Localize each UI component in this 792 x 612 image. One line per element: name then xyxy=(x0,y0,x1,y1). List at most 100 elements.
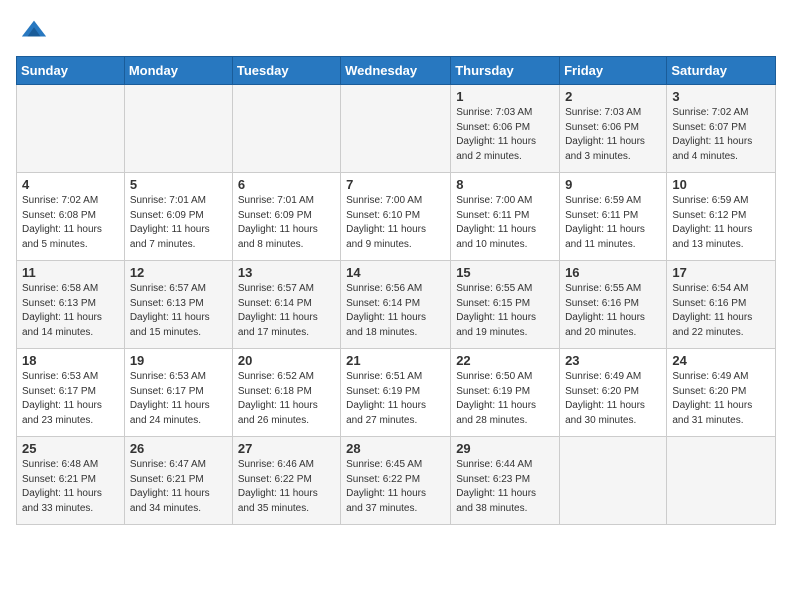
calendar-week-row: 11 Sunrise: 6:58 AM Sunset: 6:13 PM Dayli… xyxy=(17,261,776,349)
day-info: Sunrise: 7:02 AM Sunset: 6:07 PM Dayligh… xyxy=(672,106,770,164)
day-info: Sunrise: 6:59 AM Sunset: 6:12 PM Dayligh… xyxy=(672,194,770,252)
day-info: Sunrise: 6:49 AM Sunset: 6:20 PM Dayligh… xyxy=(672,370,770,428)
calendar-cell: 12 Sunrise: 6:57 AM Sunset: 6:13 PM Dayli… xyxy=(124,261,232,349)
day-number: 19 xyxy=(130,353,227,368)
day-number: 1 xyxy=(456,89,554,104)
calendar-week-row: 25 Sunrise: 6:48 AM Sunset: 6:21 PM Dayli… xyxy=(17,437,776,525)
col-header-sunday: Sunday xyxy=(17,57,125,85)
day-number: 16 xyxy=(565,265,661,280)
day-info: Sunrise: 7:01 AM Sunset: 6:09 PM Dayligh… xyxy=(238,194,335,252)
day-number: 11 xyxy=(22,265,119,280)
calendar-cell: 25 Sunrise: 6:48 AM Sunset: 6:21 PM Dayli… xyxy=(17,437,125,525)
day-number: 23 xyxy=(565,353,661,368)
col-header-tuesday: Tuesday xyxy=(232,57,340,85)
day-info: Sunrise: 6:53 AM Sunset: 6:17 PM Dayligh… xyxy=(22,370,119,428)
day-number: 22 xyxy=(456,353,554,368)
day-number: 18 xyxy=(22,353,119,368)
calendar-cell xyxy=(232,85,340,173)
day-info: Sunrise: 6:46 AM Sunset: 6:22 PM Dayligh… xyxy=(238,458,335,516)
calendar-cell: 27 Sunrise: 6:46 AM Sunset: 6:22 PM Dayli… xyxy=(232,437,340,525)
calendar-week-row: 1 Sunrise: 7:03 AM Sunset: 6:06 PM Daylig… xyxy=(17,85,776,173)
col-header-monday: Monday xyxy=(124,57,232,85)
day-number: 7 xyxy=(346,177,445,192)
calendar-cell: 29 Sunrise: 6:44 AM Sunset: 6:23 PM Dayli… xyxy=(451,437,560,525)
calendar-cell: 19 Sunrise: 6:53 AM Sunset: 6:17 PM Dayli… xyxy=(124,349,232,437)
day-number: 13 xyxy=(238,265,335,280)
calendar-table: SundayMondayTuesdayWednesdayThursdayFrid… xyxy=(16,56,776,525)
calendar-cell: 22 Sunrise: 6:50 AM Sunset: 6:19 PM Dayli… xyxy=(451,349,560,437)
calendar-cell xyxy=(17,85,125,173)
day-info: Sunrise: 6:57 AM Sunset: 6:14 PM Dayligh… xyxy=(238,282,335,340)
calendar-cell: 21 Sunrise: 6:51 AM Sunset: 6:19 PM Dayli… xyxy=(341,349,451,437)
day-number: 10 xyxy=(672,177,770,192)
calendar-cell: 26 Sunrise: 6:47 AM Sunset: 6:21 PM Dayli… xyxy=(124,437,232,525)
calendar-cell: 3 Sunrise: 7:02 AM Sunset: 6:07 PM Daylig… xyxy=(667,85,776,173)
calendar-cell: 2 Sunrise: 7:03 AM Sunset: 6:06 PM Daylig… xyxy=(560,85,667,173)
day-info: Sunrise: 7:00 AM Sunset: 6:11 PM Dayligh… xyxy=(456,194,554,252)
day-info: Sunrise: 6:53 AM Sunset: 6:17 PM Dayligh… xyxy=(130,370,227,428)
calendar-cell: 6 Sunrise: 7:01 AM Sunset: 6:09 PM Daylig… xyxy=(232,173,340,261)
calendar-cell xyxy=(341,85,451,173)
day-info: Sunrise: 6:45 AM Sunset: 6:22 PM Dayligh… xyxy=(346,458,445,516)
day-number: 4 xyxy=(22,177,119,192)
calendar-cell: 18 Sunrise: 6:53 AM Sunset: 6:17 PM Dayli… xyxy=(17,349,125,437)
day-number: 24 xyxy=(672,353,770,368)
day-info: Sunrise: 6:49 AM Sunset: 6:20 PM Dayligh… xyxy=(565,370,661,428)
calendar-cell: 11 Sunrise: 6:58 AM Sunset: 6:13 PM Dayli… xyxy=(17,261,125,349)
calendar-cell: 10 Sunrise: 6:59 AM Sunset: 6:12 PM Dayli… xyxy=(667,173,776,261)
calendar-cell: 9Sunrise: 6:59 AM Sunset: 6:11 PM Daylig… xyxy=(560,173,667,261)
calendar-cell xyxy=(124,85,232,173)
day-info: Sunrise: 7:00 AM Sunset: 6:10 PM Dayligh… xyxy=(346,194,445,252)
calendar-week-row: 4 Sunrise: 7:02 AM Sunset: 6:08 PM Daylig… xyxy=(17,173,776,261)
day-number: 20 xyxy=(238,353,335,368)
day-number: 2 xyxy=(565,89,661,104)
calendar-cell: 1Sunrise: 7:03 AM Sunset: 6:06 PM Daylig… xyxy=(451,85,560,173)
day-info: Sunrise: 7:01 AM Sunset: 6:09 PM Dayligh… xyxy=(130,194,227,252)
day-info: Sunrise: 6:58 AM Sunset: 6:13 PM Dayligh… xyxy=(22,282,119,340)
day-info: Sunrise: 6:50 AM Sunset: 6:19 PM Dayligh… xyxy=(456,370,554,428)
day-info: Sunrise: 7:03 AM Sunset: 6:06 PM Dayligh… xyxy=(565,106,661,164)
day-number: 21 xyxy=(346,353,445,368)
day-number: 12 xyxy=(130,265,227,280)
day-info: Sunrise: 6:52 AM Sunset: 6:18 PM Dayligh… xyxy=(238,370,335,428)
calendar-header-row: SundayMondayTuesdayWednesdayThursdayFrid… xyxy=(17,57,776,85)
day-number: 29 xyxy=(456,441,554,456)
calendar-cell xyxy=(667,437,776,525)
calendar-cell: 24 Sunrise: 6:49 AM Sunset: 6:20 PM Dayli… xyxy=(667,349,776,437)
day-info: Sunrise: 6:56 AM Sunset: 6:14 PM Dayligh… xyxy=(346,282,445,340)
calendar-cell: 16 Sunrise: 6:55 AM Sunset: 6:16 PM Dayli… xyxy=(560,261,667,349)
day-number: 26 xyxy=(130,441,227,456)
col-header-wednesday: Wednesday xyxy=(341,57,451,85)
day-number: 9 xyxy=(565,177,661,192)
day-number: 15 xyxy=(456,265,554,280)
day-info: Sunrise: 6:47 AM Sunset: 6:21 PM Dayligh… xyxy=(130,458,227,516)
day-info: Sunrise: 6:54 AM Sunset: 6:16 PM Dayligh… xyxy=(672,282,770,340)
calendar-cell: 7 Sunrise: 7:00 AM Sunset: 6:10 PM Daylig… xyxy=(341,173,451,261)
day-number: 5 xyxy=(130,177,227,192)
day-number: 27 xyxy=(238,441,335,456)
calendar-cell: 28Sunrise: 6:45 AM Sunset: 6:22 PM Dayli… xyxy=(341,437,451,525)
day-info: Sunrise: 6:55 AM Sunset: 6:15 PM Dayligh… xyxy=(456,282,554,340)
calendar-cell xyxy=(560,437,667,525)
calendar-cell: 4 Sunrise: 7:02 AM Sunset: 6:08 PM Daylig… xyxy=(17,173,125,261)
day-info: Sunrise: 6:48 AM Sunset: 6:21 PM Dayligh… xyxy=(22,458,119,516)
day-number: 3 xyxy=(672,89,770,104)
day-info: Sunrise: 6:51 AM Sunset: 6:19 PM Dayligh… xyxy=(346,370,445,428)
calendar-week-row: 18 Sunrise: 6:53 AM Sunset: 6:17 PM Dayli… xyxy=(17,349,776,437)
calendar-cell: 5 Sunrise: 7:01 AM Sunset: 6:09 PM Daylig… xyxy=(124,173,232,261)
day-number: 8 xyxy=(456,177,554,192)
calendar-cell: 14Sunrise: 6:56 AM Sunset: 6:14 PM Dayli… xyxy=(341,261,451,349)
day-info: Sunrise: 6:57 AM Sunset: 6:13 PM Dayligh… xyxy=(130,282,227,340)
day-info: Sunrise: 6:55 AM Sunset: 6:16 PM Dayligh… xyxy=(565,282,661,340)
page-header xyxy=(16,16,776,44)
day-info: Sunrise: 7:02 AM Sunset: 6:08 PM Dayligh… xyxy=(22,194,119,252)
day-number: 6 xyxy=(238,177,335,192)
logo xyxy=(16,16,48,44)
calendar-cell: 23 Sunrise: 6:49 AM Sunset: 6:20 PM Dayli… xyxy=(560,349,667,437)
calendar-cell: 20 Sunrise: 6:52 AM Sunset: 6:18 PM Dayli… xyxy=(232,349,340,437)
day-number: 17 xyxy=(672,265,770,280)
day-number: 25 xyxy=(22,441,119,456)
day-info: Sunrise: 6:44 AM Sunset: 6:23 PM Dayligh… xyxy=(456,458,554,516)
col-header-thursday: Thursday xyxy=(451,57,560,85)
calendar-cell: 15 Sunrise: 6:55 AM Sunset: 6:15 PM Dayli… xyxy=(451,261,560,349)
